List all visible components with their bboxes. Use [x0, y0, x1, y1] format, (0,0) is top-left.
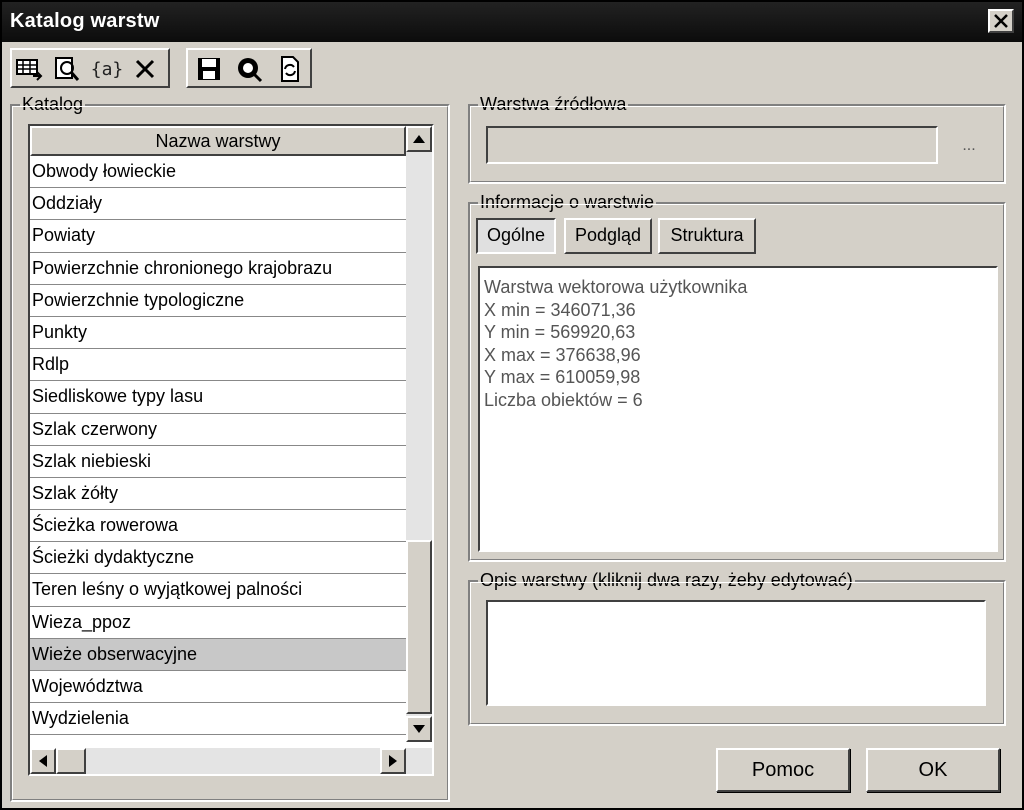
window-title: Katalog warstw [10, 10, 160, 32]
refresh-icon [281, 56, 299, 82]
attributes-button[interactable]: {a} [90, 52, 124, 86]
column-header-layer-name[interactable]: Nazwa warstwy [30, 126, 406, 156]
add-layer-button[interactable] [12, 52, 46, 86]
toolbar-group-file [186, 48, 312, 88]
info-line-ymin: Y min = 569920,63 [484, 322, 636, 342]
close-icon [994, 14, 1008, 28]
help-button[interactable]: Pomoc [716, 748, 850, 792]
layer-description-label: Opis warstwy (kliknij dwa razy, żeby edy… [478, 570, 855, 590]
layer-info-text: Warstwa wektorowa użytkownika X min = 34… [478, 266, 998, 552]
catalog-label: Katalog [20, 94, 86, 114]
list-item[interactable]: Powierzchnie chronionego krajobrazu [30, 253, 406, 285]
horizontal-scroll-thumb[interactable] [56, 748, 86, 774]
list-item[interactable]: Rdlp [30, 349, 406, 382]
preview-icon [238, 58, 263, 83]
tab-general[interactable]: Ogólne [476, 218, 556, 254]
source-layer-label: Warstwa źródłowa [478, 94, 629, 114]
save-icon [198, 58, 220, 80]
list-item[interactable]: Szlak czerwony [30, 414, 406, 446]
browse-source-button[interactable]: ... [952, 132, 986, 160]
vertical-scrollbar[interactable] [406, 126, 432, 742]
delete-button[interactable] [128, 52, 162, 86]
arrow-down-icon [413, 725, 425, 733]
list-item[interactable]: Teren leśny o wyjątkowej palności [30, 574, 406, 607]
list-item[interactable]: Szlak niebieski [30, 446, 406, 478]
title-bar[interactable]: Katalog warstw [2, 2, 1022, 42]
list-item[interactable]: Ścieżki dydaktyczne [30, 542, 406, 575]
list-item[interactable]: Wieże obserwacyjne [30, 638, 406, 671]
list-item[interactable]: Ścieżka rowerowa [30, 510, 406, 543]
attributes-icon: {a} [90, 58, 124, 80]
scroll-left-button[interactable] [30, 748, 56, 774]
zoom-layer-button[interactable] [50, 52, 84, 86]
list-item[interactable]: Powierzchnie typologiczne [30, 285, 406, 317]
ok-button[interactable]: OK [866, 748, 1000, 792]
dialog-window: Katalog warstw {a} Katalog Nazwa warstwy… [0, 0, 1024, 810]
tab-preview[interactable]: Podgląd [564, 218, 652, 254]
info-line-xmin: X min = 346071,36 [484, 299, 636, 320]
vertical-scroll-thumb[interactable] [406, 540, 432, 714]
tab-structure[interactable]: Struktura [658, 218, 756, 254]
list-item[interactable]: Siedliskowe typy lasu [30, 381, 406, 414]
source-layer-field[interactable] [486, 126, 938, 164]
list-item[interactable]: Obwody łowieckie [30, 156, 406, 189]
delete-icon [135, 59, 155, 79]
list-item[interactable]: Szlak żółty [30, 478, 406, 511]
list-item[interactable]: Województwa [30, 671, 406, 704]
list-item[interactable]: Oddziały [30, 188, 406, 221]
add-layer-icon [16, 59, 43, 81]
horizontal-scrollbar[interactable] [30, 748, 432, 774]
list-item[interactable]: Wieza_ppoz [30, 607, 406, 639]
list-item[interactable]: Punkty [30, 317, 406, 350]
layer-info-label: Informacje o warstwie [478, 192, 657, 212]
preview-button[interactable] [232, 52, 266, 86]
arrow-right-icon [389, 755, 397, 767]
arrow-left-icon [39, 755, 47, 767]
list-item[interactable]: Powiaty [30, 220, 406, 253]
scroll-up-button[interactable] [406, 126, 432, 152]
toolbar-group-edit: {a} [10, 48, 170, 88]
zoom-layer-icon [55, 57, 80, 81]
layer-list[interactable]: Nazwa warstwy Obwody łowieckie Oddziały Po… [28, 124, 434, 776]
info-line-xmax: X max = 376638,96 [484, 344, 641, 365]
layer-list-rows: Obwody łowieckie Oddziały Powiaty Powierzch… [30, 156, 406, 736]
info-line-ymax: Y max = 610059,98 [484, 367, 641, 387]
list-item[interactable]: Wydzielenia [30, 703, 406, 736]
close-button[interactable] [988, 9, 1014, 33]
info-line-object-count: Liczba obiektów = 6 [484, 389, 643, 410]
layer-description-field[interactable] [486, 600, 986, 706]
refresh-button[interactable] [272, 52, 306, 86]
arrow-up-icon [413, 135, 425, 143]
info-line-type: Warstwa wektorowa użytkownika [484, 277, 748, 297]
scroll-down-button[interactable] [406, 716, 432, 742]
scroll-right-button[interactable] [380, 748, 406, 774]
save-button[interactable] [192, 52, 226, 86]
